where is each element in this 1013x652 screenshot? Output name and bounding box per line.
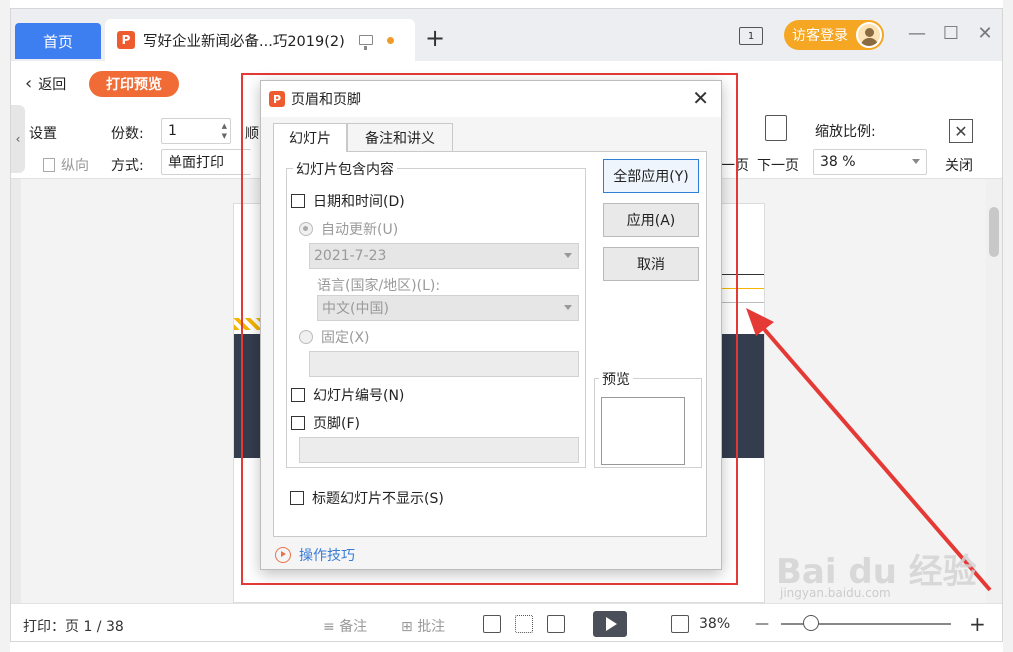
play-slideshow-button[interactable] [593,611,627,637]
minimize-button[interactable]: — [905,23,929,44]
footer-checkbox[interactable]: 页脚(F) [291,413,360,433]
back-label: 返回 [38,76,67,93]
avatar-icon [856,22,882,48]
maximize-button[interactable]: ☐ [939,23,963,44]
next-page-icon[interactable] [765,115,787,141]
print-method-select[interactable]: 单面打印 [161,149,251,175]
scrollbar-thumb[interactable] [989,207,999,257]
checkbox-icon [291,416,305,430]
slide-number-checkbox[interactable]: 幻灯片编号(N) [291,385,404,405]
presentation-logo-icon: P [269,91,285,107]
language-label: 语言(国家/地区)(L): [317,278,441,294]
screen-count-icon[interactable]: 1 [739,27,763,45]
chevron-down-icon [564,253,572,258]
apply-all-button[interactable]: 全部应用(Y) [603,159,699,193]
outer-right-edge [1003,0,1013,652]
method-label: 方式: [111,158,144,174]
print-page-indicator: 打印：页 1 / 38 [23,619,124,635]
portrait-option[interactable]: 纵向 [43,155,89,175]
preview-thumbnail [601,397,685,465]
close-preview-icon[interactable]: ✕ [949,119,973,143]
document-tab[interactable]: P 写好企业新闻必备...巧2019(2) [105,19,415,61]
chevron-down-icon [912,159,920,164]
hide-on-title-slide-checkbox[interactable]: 标题幻灯片不显示(S) [290,488,444,508]
checkbox-icon [290,491,304,505]
zoom-out-button[interactable]: — [755,616,769,632]
tab-notes-handouts[interactable]: 备注和讲义 [347,123,453,151]
monitor-icon[interactable] [358,35,373,50]
close-preview-label[interactable]: 关闭 [945,155,973,175]
baidu-watermark-url: jingyan.baidu.com [780,586,891,600]
thumbnail-strip [11,179,21,603]
footer-text-input[interactable] [299,437,579,463]
zoom-slider-handle[interactable] [803,615,819,631]
preview-label: 预览 [599,369,633,389]
fixed-date-input[interactable] [309,351,579,377]
cancel-button[interactable]: 取消 [603,247,699,281]
tab-slides[interactable]: 幻灯片 [273,123,347,152]
auto-update-radio[interactable]: 自动更新(U) [299,219,398,239]
grid-view-icon[interactable] [515,615,533,633]
normal-view-icon[interactable] [483,615,501,633]
collapse-panel-handle[interactable]: ‹ [11,105,25,173]
chevron-left-icon: ‹ [25,73,33,94]
checkbox-icon [291,388,305,402]
notes-button[interactable]: ≡ 备注 [323,616,367,636]
guest-login-label: 访客登录 [792,28,848,44]
presentation-logo-icon: P [117,31,135,49]
checkbox-icon [291,194,305,208]
include-content-group: 幻灯片包含内容 日期和时间(D) 自动更新(U) 2021-7-23 语言(国家… [286,159,586,468]
preview-group: 预览 [594,369,702,468]
zoom-level[interactable]: 38% [699,616,730,632]
dialog-close-button[interactable]: ✕ [692,88,709,108]
copies-label: 份数: [111,126,144,142]
language-select[interactable]: 中文(中国) [317,295,579,321]
fit-window-icon[interactable] [671,615,689,633]
dialog-title: 页眉和页脚 [291,92,361,108]
reading-view-icon[interactable] [547,615,565,633]
zoom-ratio-label: 缩放比例: [815,124,876,140]
play-circle-icon [275,547,291,563]
zoom-ratio-select[interactable]: 38 % [813,149,927,175]
zoom-in-button[interactable]: + [969,612,986,636]
radio-icon [299,222,313,236]
status-bar: 打印：页 1 / 38 ≡ 备注 ⊞ 批注 38% — + [11,603,1002,641]
header-footer-dialog: P 页眉和页脚 ✕ 幻灯片 备注和讲义 幻灯片包含内容 日期和时间(D) 自动更… [260,80,722,570]
fixed-radio[interactable]: 固定(X) [299,327,370,347]
date-time-checkbox[interactable]: 日期和时间(D) [291,191,405,211]
spinner-arrows-icon[interactable]: ▲ ▼ [222,121,227,141]
print-preview-badge: 打印预览 [89,71,179,97]
guest-login-button[interactable]: 访客登录 [784,20,884,50]
tips-link[interactable]: 操作技巧 [275,545,355,565]
outer-left-edge [0,0,10,652]
home-tab[interactable]: 首页 [15,23,101,59]
settings-label[interactable]: 设置 [29,123,57,143]
date-format-select[interactable]: 2021-7-23 [309,243,579,269]
next-page-button[interactable]: 下一页 [757,155,799,175]
new-tab-button[interactable]: + [425,26,445,50]
include-content-legend: 幻灯片包含内容 [293,159,397,179]
back-button[interactable]: ‹ 返回 [25,73,66,94]
chevron-down-icon [564,305,572,310]
copies-stepper[interactable]: 1 ▲ ▼ [161,118,231,144]
portrait-page-icon [43,158,55,172]
radio-icon [299,330,313,344]
apply-button[interactable]: 应用(A) [603,203,699,237]
title-bar: 首页 P 写好企业新闻必备...巧2019(2) + 1 访客登录 — ☐ ✕ [11,9,1002,61]
dialog-title-bar: P 页眉和页脚 ✕ [261,81,721,117]
close-window-button[interactable]: ✕ [973,23,997,44]
document-tab-title: 写好企业新闻必备...巧2019(2) [143,33,345,50]
unsaved-dot-icon [386,36,394,44]
annotate-button[interactable]: ⊞ 批注 [401,616,445,636]
